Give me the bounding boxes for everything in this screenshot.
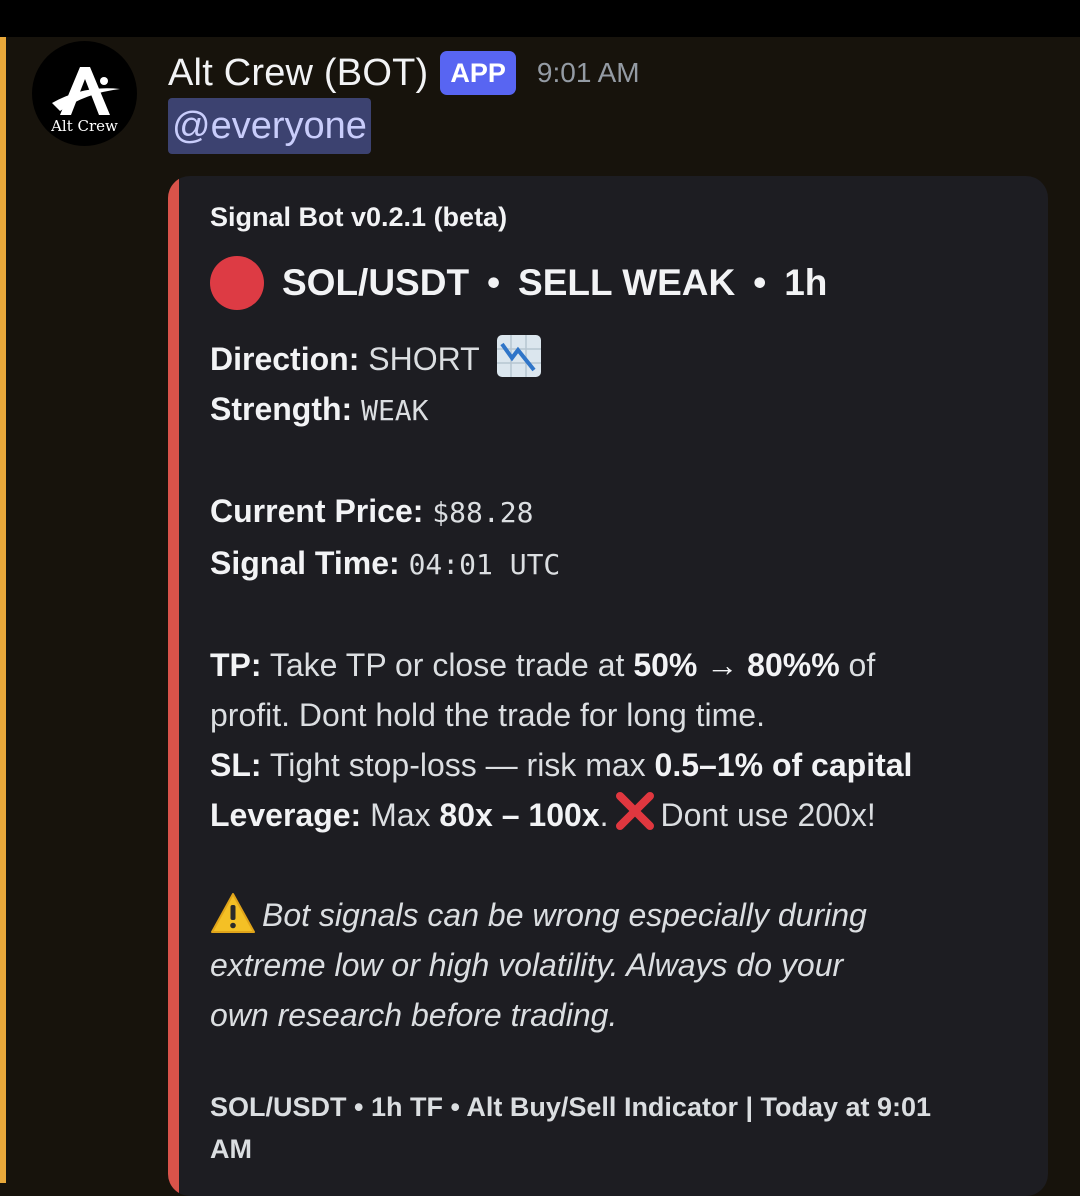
warning-text-1: Bot signals can be wrong especially duri… (262, 897, 867, 933)
warning-line-3: own research before trading. (210, 997, 618, 1033)
price-line: Current Price: $88.28 (210, 486, 1010, 538)
app-badge: APP (440, 51, 516, 95)
warning-line-1: Bot signals can be wrong especially duri… (210, 890, 1010, 940)
warning-icon (211, 893, 255, 933)
direction-label: Direction: (210, 341, 360, 377)
signal-time-value: 04:01 UTC (408, 548, 561, 581)
title-signal: SELL WEAK (518, 262, 736, 303)
embed-description: Direction: SHORT Strength: WEAK Current … (210, 334, 1010, 1040)
price-value: $88.28 (432, 496, 534, 529)
tp-text-suffix: of (848, 647, 876, 683)
leverage-dot: . (599, 797, 609, 833)
tp-text: Take TP or close trade at (269, 647, 625, 683)
embed-footer: SOL/USDT • 1h TF • Alt Buy/Sell Indicato… (210, 1086, 1010, 1170)
avatar-label: Alt Crew (51, 117, 118, 135)
tp-range: 50% → 80%% (633, 647, 840, 683)
sl-label: SL: (210, 747, 262, 783)
signal-time-label: Signal Time: (210, 545, 400, 581)
strength-line: Strength: WEAK (210, 384, 1010, 436)
embed-title: SOL/USDT • SELL WEAK • 1h (210, 256, 1010, 310)
tp-label: TP: (210, 647, 262, 683)
footer-line-2: AM (210, 1134, 252, 1164)
bot-avatar[interactable]: Alt Crew (32, 41, 137, 146)
message-header: Alt Crew (BOT) APP 9:01 AM (168, 46, 640, 100)
embed-accent-bar (168, 176, 179, 1196)
tp-line-2: profit. Dont hold the trade for long tim… (210, 697, 765, 733)
author-name[interactable]: Alt Crew (BOT) (168, 52, 428, 95)
signal-time-line: Signal Time: 04:01 UTC (210, 538, 1010, 590)
title-separator: • (487, 262, 501, 303)
title-timeframe: 1h (784, 262, 828, 303)
cross-mark-icon (616, 792, 655, 830)
top-status-bar (0, 0, 1080, 37)
signal-embed: Signal Bot v0.2.1 (beta) SOL/USDT • SELL… (168, 176, 1048, 1196)
leverage-text: Max (370, 797, 431, 833)
leverage-label: Leverage: (210, 797, 362, 833)
sl-text: Tight stop-loss — risk max (269, 747, 646, 783)
leverage-line: Leverage: Max 80x – 100x. Dont use 200x! (210, 790, 1010, 840)
mention-highlight-bar (0, 37, 6, 1183)
strength-label: Strength: (210, 391, 353, 427)
title-pair: SOL/USDT (282, 262, 470, 303)
embed-author: Signal Bot v0.2.1 (beta) (210, 202, 508, 232)
leverage-warning: Dont use 200x! (660, 797, 876, 833)
tp-line: TP: Take TP or close trade at 50% → 80%%… (210, 640, 1010, 690)
price-label: Current Price: (210, 493, 424, 529)
warning-line-2: extreme low or high volatility. Always d… (210, 947, 844, 983)
sl-line: SL: Tight stop-loss — risk max 0.5–1% of… (210, 740, 1010, 790)
embed-body: Signal Bot v0.2.1 (beta) SOL/USDT • SELL… (210, 200, 1010, 1170)
direction-line: Direction: SHORT (210, 334, 1010, 384)
strength-value: WEAK (361, 394, 429, 427)
footer-line-1: SOL/USDT • 1h TF • Alt Buy/Sell Indicato… (210, 1092, 932, 1122)
chart-decreasing-icon (496, 335, 541, 377)
direction-value: SHORT (368, 341, 480, 377)
everyone-mention[interactable]: @everyone (168, 98, 371, 154)
red-circle-icon (210, 256, 264, 310)
sl-bold: 0.5–1% of capital (654, 747, 913, 783)
leverage-bold: 80x – 100x (439, 797, 600, 833)
title-separator: • (753, 262, 767, 303)
message-timestamp[interactable]: 9:01 AM (537, 57, 640, 89)
